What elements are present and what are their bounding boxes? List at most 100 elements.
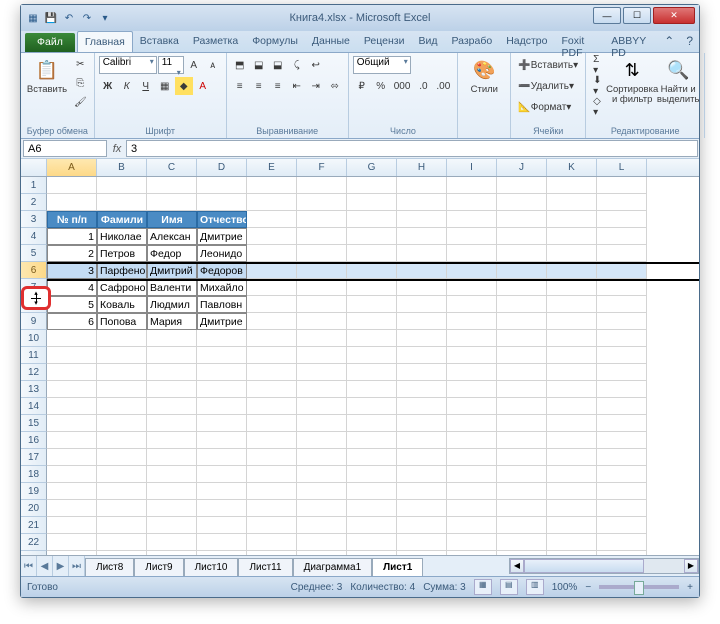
cell[interactable]: Парфено xyxy=(97,262,147,279)
view-normal-icon[interactable]: ▦ xyxy=(474,579,492,595)
find-select-button[interactable]: 🔍 Найти и выделить xyxy=(656,55,700,125)
italic-icon[interactable]: К xyxy=(118,77,136,95)
align-mid-icon[interactable]: ⬓ xyxy=(250,56,268,74)
indent-inc-icon[interactable]: ⇥ xyxy=(307,77,325,95)
cell[interactable]: Дмитрие xyxy=(197,228,247,245)
help-icon[interactable]: ? xyxy=(680,31,699,52)
row-12[interactable]: 12 xyxy=(21,364,47,381)
cell[interactable]: 6 xyxy=(47,313,97,330)
col-G[interactable]: G xyxy=(347,159,397,176)
percent-icon[interactable]: % xyxy=(372,77,390,95)
cell[interactable]: Отчество xyxy=(197,211,247,228)
tab-view[interactable]: Вид xyxy=(411,31,444,52)
row-1[interactable]: 1 xyxy=(21,177,47,194)
col-H[interactable]: H xyxy=(397,159,447,176)
row-13[interactable]: 13 xyxy=(21,381,47,398)
grow-font-icon[interactable]: A xyxy=(185,56,203,74)
maximize-button[interactable]: ☐ xyxy=(623,7,651,24)
sheet-nav-first-icon[interactable]: ⏮ xyxy=(21,556,37,576)
row-17[interactable]: 17 xyxy=(21,449,47,466)
indent-dec-icon[interactable]: ⇤ xyxy=(288,77,306,95)
cell[interactable]: Фамили xyxy=(97,211,147,228)
align-top-icon[interactable]: ⬒ xyxy=(231,56,249,74)
row-21[interactable]: 21 xyxy=(21,517,47,534)
save-icon[interactable]: 💾 xyxy=(43,10,59,26)
name-box[interactable]: A6 xyxy=(23,140,107,157)
cell[interactable]: № п/п xyxy=(47,211,97,228)
zoom-slider[interactable] xyxy=(599,585,679,589)
numfmt-combo[interactable]: Общий xyxy=(353,56,411,74)
minimize-button[interactable]: — xyxy=(593,7,621,24)
wrap-icon[interactable]: ↩ xyxy=(307,56,325,74)
row-2[interactable]: 2 xyxy=(21,194,47,211)
insert-cells-button[interactable]: ➕ Вставить ▾ xyxy=(515,56,581,74)
zoom-level[interactable]: 100% xyxy=(552,582,578,593)
sort-filter-button[interactable]: ⇅ Сортировка и фильтр xyxy=(610,55,654,125)
row-11[interactable]: 11 xyxy=(21,347,47,364)
tab-developer[interactable]: Разрабо xyxy=(444,31,499,52)
cell[interactable]: 3 xyxy=(47,262,97,279)
col-L[interactable]: L xyxy=(597,159,647,176)
ribbon-min-icon[interactable]: ⌃ xyxy=(658,31,680,52)
delete-cells-button[interactable]: ➖ Удалить ▾ xyxy=(515,77,577,95)
cell[interactable]: 4 xyxy=(47,279,97,296)
row-4[interactable]: 4 xyxy=(21,228,47,245)
hscrollbar[interactable]: ◀ ▶ xyxy=(509,558,699,574)
sheet-nav-next-icon[interactable]: ▶ xyxy=(53,556,69,576)
scroll-thumb[interactable] xyxy=(524,559,644,573)
cell[interactable]: Валенти xyxy=(147,279,197,296)
row-16[interactable]: 16 xyxy=(21,432,47,449)
fill-icon[interactable]: ◆ xyxy=(175,77,193,95)
cell[interactable]: Петров xyxy=(97,245,147,262)
view-layout-icon[interactable]: ▤ xyxy=(500,579,518,595)
cell[interactable]: Дмитрий xyxy=(147,262,197,279)
row-10[interactable]: 10 xyxy=(21,330,47,347)
border-icon[interactable]: ▦ xyxy=(156,77,174,95)
paste-button[interactable]: 📋 Вставить xyxy=(25,55,69,125)
row-19[interactable]: 19 xyxy=(21,483,47,500)
row-9[interactable]: 9 xyxy=(21,313,47,330)
copy-icon[interactable]: ⎘ xyxy=(71,74,90,92)
brush-icon[interactable]: 🖌 xyxy=(71,93,90,111)
col-A[interactable]: A xyxy=(47,159,97,176)
row-22[interactable]: 22 xyxy=(21,534,47,551)
sheet-tab[interactable]: Лист11 xyxy=(238,558,292,576)
tab-review[interactable]: Рецензи xyxy=(357,31,412,52)
cell[interactable]: Дмитрие xyxy=(197,313,247,330)
tab-abbyy[interactable]: ABBYY PD xyxy=(604,31,658,52)
tab-data[interactable]: Данные xyxy=(305,31,357,52)
format-cells-button[interactable]: 📐 Формат ▾ xyxy=(515,98,574,116)
row-18[interactable]: 18 xyxy=(21,466,47,483)
sheet-tab[interactable]: Диаграмма1 xyxy=(293,558,373,576)
cell[interactable]: 5 xyxy=(47,296,97,313)
align-left-icon[interactable]: ≡ xyxy=(231,77,249,95)
underline-icon[interactable]: Ч xyxy=(137,77,155,95)
sheet-tab[interactable]: Лист9 xyxy=(134,558,183,576)
tab-home[interactable]: Главная xyxy=(77,31,133,52)
cell[interactable]: Коваль xyxy=(97,296,147,313)
tab-formulas[interactable]: Формулы xyxy=(245,31,305,52)
row-3[interactable]: 3 xyxy=(21,211,47,228)
col-C[interactable]: C xyxy=(147,159,197,176)
tab-addins[interactable]: Надстро xyxy=(499,31,554,52)
cut-icon[interactable]: ✂ xyxy=(71,55,90,73)
bold-icon[interactable]: Ж xyxy=(99,77,117,95)
excel-icon[interactable]: ▦ xyxy=(25,10,41,26)
sheet-tab[interactable]: Лист10 xyxy=(184,558,239,576)
font-color-icon[interactable]: A xyxy=(194,77,212,95)
tab-insert[interactable]: Вставка xyxy=(133,31,186,52)
row-15[interactable]: 15 xyxy=(21,415,47,432)
col-E[interactable]: E xyxy=(247,159,297,176)
qat-menu-icon[interactable]: ▾ xyxy=(97,10,113,26)
cell[interactable]: Мария xyxy=(147,313,197,330)
align-right-icon[interactable]: ≡ xyxy=(269,77,287,95)
col-J[interactable]: J xyxy=(497,159,547,176)
tab-file[interactable]: Файл xyxy=(25,33,75,52)
fx-icon[interactable]: fx xyxy=(109,143,125,155)
zoom-out-icon[interactable]: − xyxy=(585,582,591,593)
font-combo[interactable]: Calibri xyxy=(99,56,157,74)
cell[interactable]: 2 xyxy=(47,245,97,262)
sheet-tab[interactable]: Лист8 xyxy=(85,558,134,576)
cell[interactable]: Сафроно xyxy=(97,279,147,296)
dec-dec-icon[interactable]: .00 xyxy=(433,77,453,95)
